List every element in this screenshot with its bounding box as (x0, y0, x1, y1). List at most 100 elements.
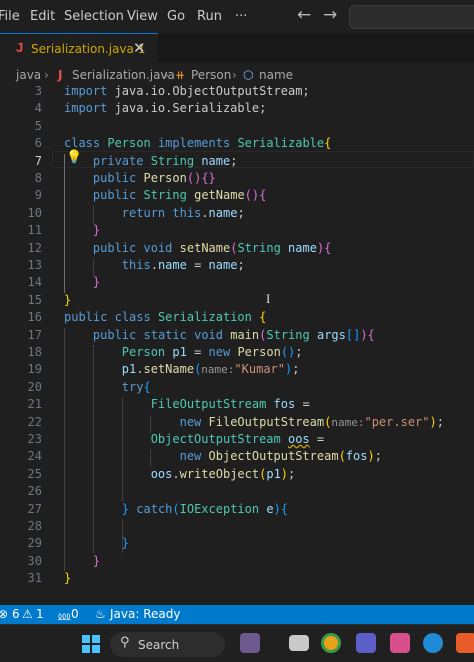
arrow-right-icon[interactable]: → (323, 5, 337, 25)
breadcrumb-item-field[interactable]: name (259, 68, 293, 82)
code-text: } (64, 570, 71, 587)
breadcrumb-item-class[interactable]: Person (191, 68, 231, 82)
menu-view[interactable]: View (127, 9, 158, 24)
code-text: } (64, 553, 100, 570)
line-number: 12 (27, 240, 42, 255)
code-line[interactable]: 16 public class Serialization { (0, 309, 474, 326)
code-token: public (92, 188, 137, 203)
code-line[interactable]: 23 ObjectOutputStream oos = (0, 431, 474, 448)
warning-icon[interactable]: ⚠ (22, 607, 33, 621)
code-token: = (186, 345, 209, 359)
code-line[interactable]: 27 } catch(IOException e){ (0, 501, 474, 518)
code-line[interactable]: 24 new ObjectOutputStream(fos); (0, 448, 474, 465)
code-token: [] (345, 327, 361, 342)
code-line[interactable]: 8 public Person(){} (0, 170, 474, 187)
taskbar-search[interactable]: ⚲ Search (110, 632, 225, 657)
code-token: setName (143, 362, 195, 377)
code-text: FileOutputStream fos = (64, 396, 310, 413)
code-token: Serialization (157, 310, 252, 325)
java-icon[interactable]: ♨ (95, 607, 106, 621)
widgets-icon[interactable] (240, 633, 260, 653)
code-line[interactable]: 31} (0, 570, 474, 587)
line-number: 10 (27, 205, 42, 220)
code-token: {} (201, 171, 216, 185)
error-icon[interactable]: ⊗ (0, 607, 8, 621)
breadcrumb-item-file[interactable]: Serialization.java (72, 68, 175, 82)
java-status[interactable]: Java: Ready (110, 607, 180, 621)
code-text: this.name = name; (64, 257, 245, 274)
menu-selection[interactable]: Selection (64, 9, 124, 24)
edge-icon[interactable] (423, 633, 443, 653)
code-token: FileOutputStream (150, 397, 267, 412)
menu-edit[interactable]: Edit (30, 9, 55, 24)
code-line[interactable]: 30 } (0, 553, 474, 570)
code-line[interactable]: 3 import java.io.ObjectOutputStream; (0, 83, 474, 100)
app-icon[interactable] (456, 633, 474, 653)
code-line[interactable]: 29 } (0, 535, 474, 552)
code-text: new ObjectOutputStream(fos); (64, 448, 382, 465)
code-line[interactable]: 18 Person p1 = new Person(); (0, 344, 474, 361)
code-token: ( (172, 501, 180, 516)
code-token: Person (107, 136, 151, 151)
code-line[interactable]: 6 class Person implements Serializable{ (0, 135, 474, 152)
code-line[interactable]: 28 (0, 518, 474, 535)
tab-serialization-java[interactable]: J Serialization.java 1 ✕ (0, 33, 158, 64)
menu-run[interactable]: Run (197, 9, 222, 24)
code-line[interactable]: 12 public void setName(String name){ (0, 240, 474, 257)
task-view-icon[interactable] (289, 635, 309, 651)
code-line[interactable]: 26 (0, 483, 474, 500)
code-line[interactable]: 15} (0, 292, 474, 309)
code-line[interactable]: 19 p1.setName(name:"Kumar"); (0, 361, 474, 378)
copilot-icon[interactable] (390, 633, 410, 653)
code-editor[interactable]: 💡 I 3 import java.io.ObjectOutputStream; 4… (0, 83, 474, 605)
code-token: p1 (266, 466, 281, 481)
code-text: } catch(IOException e){ (64, 501, 288, 518)
code-token: public (92, 171, 137, 185)
code-line[interactable]: 14 } (0, 274, 474, 291)
arrow-left-icon[interactable]: ← (297, 5, 311, 25)
command-center-search[interactable] (349, 5, 474, 29)
menu-file[interactable]: File (0, 9, 20, 24)
code-text: public static void main(String args[]){ (64, 327, 375, 344)
close-icon[interactable]: ✕ (133, 39, 146, 57)
code-line[interactable]: 11 } (0, 222, 474, 239)
warning-count[interactable]: 1 (36, 607, 44, 621)
menu-go[interactable]: Go (167, 9, 185, 24)
code-token: Person (143, 171, 187, 185)
windows-start-icon[interactable] (82, 635, 100, 653)
status-bar: ⊗ 6 ⚠ 1 ⅏ 0 ♨ Java: Ready (0, 605, 474, 624)
error-count[interactable]: 6 (12, 607, 20, 621)
taskbar-search-label: Search (138, 638, 180, 652)
code-line[interactable]: 22 new FileOutputStream(name:"per.ser"); (0, 414, 474, 431)
code-line[interactable]: 4 import java.io.Serializable; (0, 100, 474, 117)
code-line[interactable]: 7 private String name; (0, 153, 474, 170)
code-token: public (92, 327, 137, 342)
ports-count[interactable]: 0 (71, 607, 79, 621)
code-token: ) (429, 414, 437, 429)
breadcrumb-item-java[interactable]: java (16, 68, 41, 82)
code-token: void (194, 327, 223, 342)
code-token: oos (150, 466, 173, 481)
code-line[interactable]: 20 try{ (0, 379, 474, 396)
code-line[interactable]: 25 oos.writeObject(p1); (0, 466, 474, 483)
teams-icon[interactable] (356, 633, 376, 653)
code-token: . (172, 466, 180, 481)
ports-icon[interactable]: ⅏ (58, 607, 70, 624)
code-line[interactable]: 9 public String getName(){ (0, 187, 474, 204)
code-line[interactable]: 10 return this.name; (0, 205, 474, 222)
code-token: ; (237, 205, 245, 220)
menu-more[interactable]: ··· (235, 9, 247, 24)
chrome-icon[interactable] (321, 633, 341, 653)
code-line[interactable]: 13 this.name = name; (0, 257, 474, 274)
code-line[interactable]: 5 (0, 118, 474, 135)
code-line[interactable]: 21 FileOutputStream fos = (0, 396, 474, 413)
code-line[interactable]: 17 public static void main(String args[]… (0, 327, 474, 344)
